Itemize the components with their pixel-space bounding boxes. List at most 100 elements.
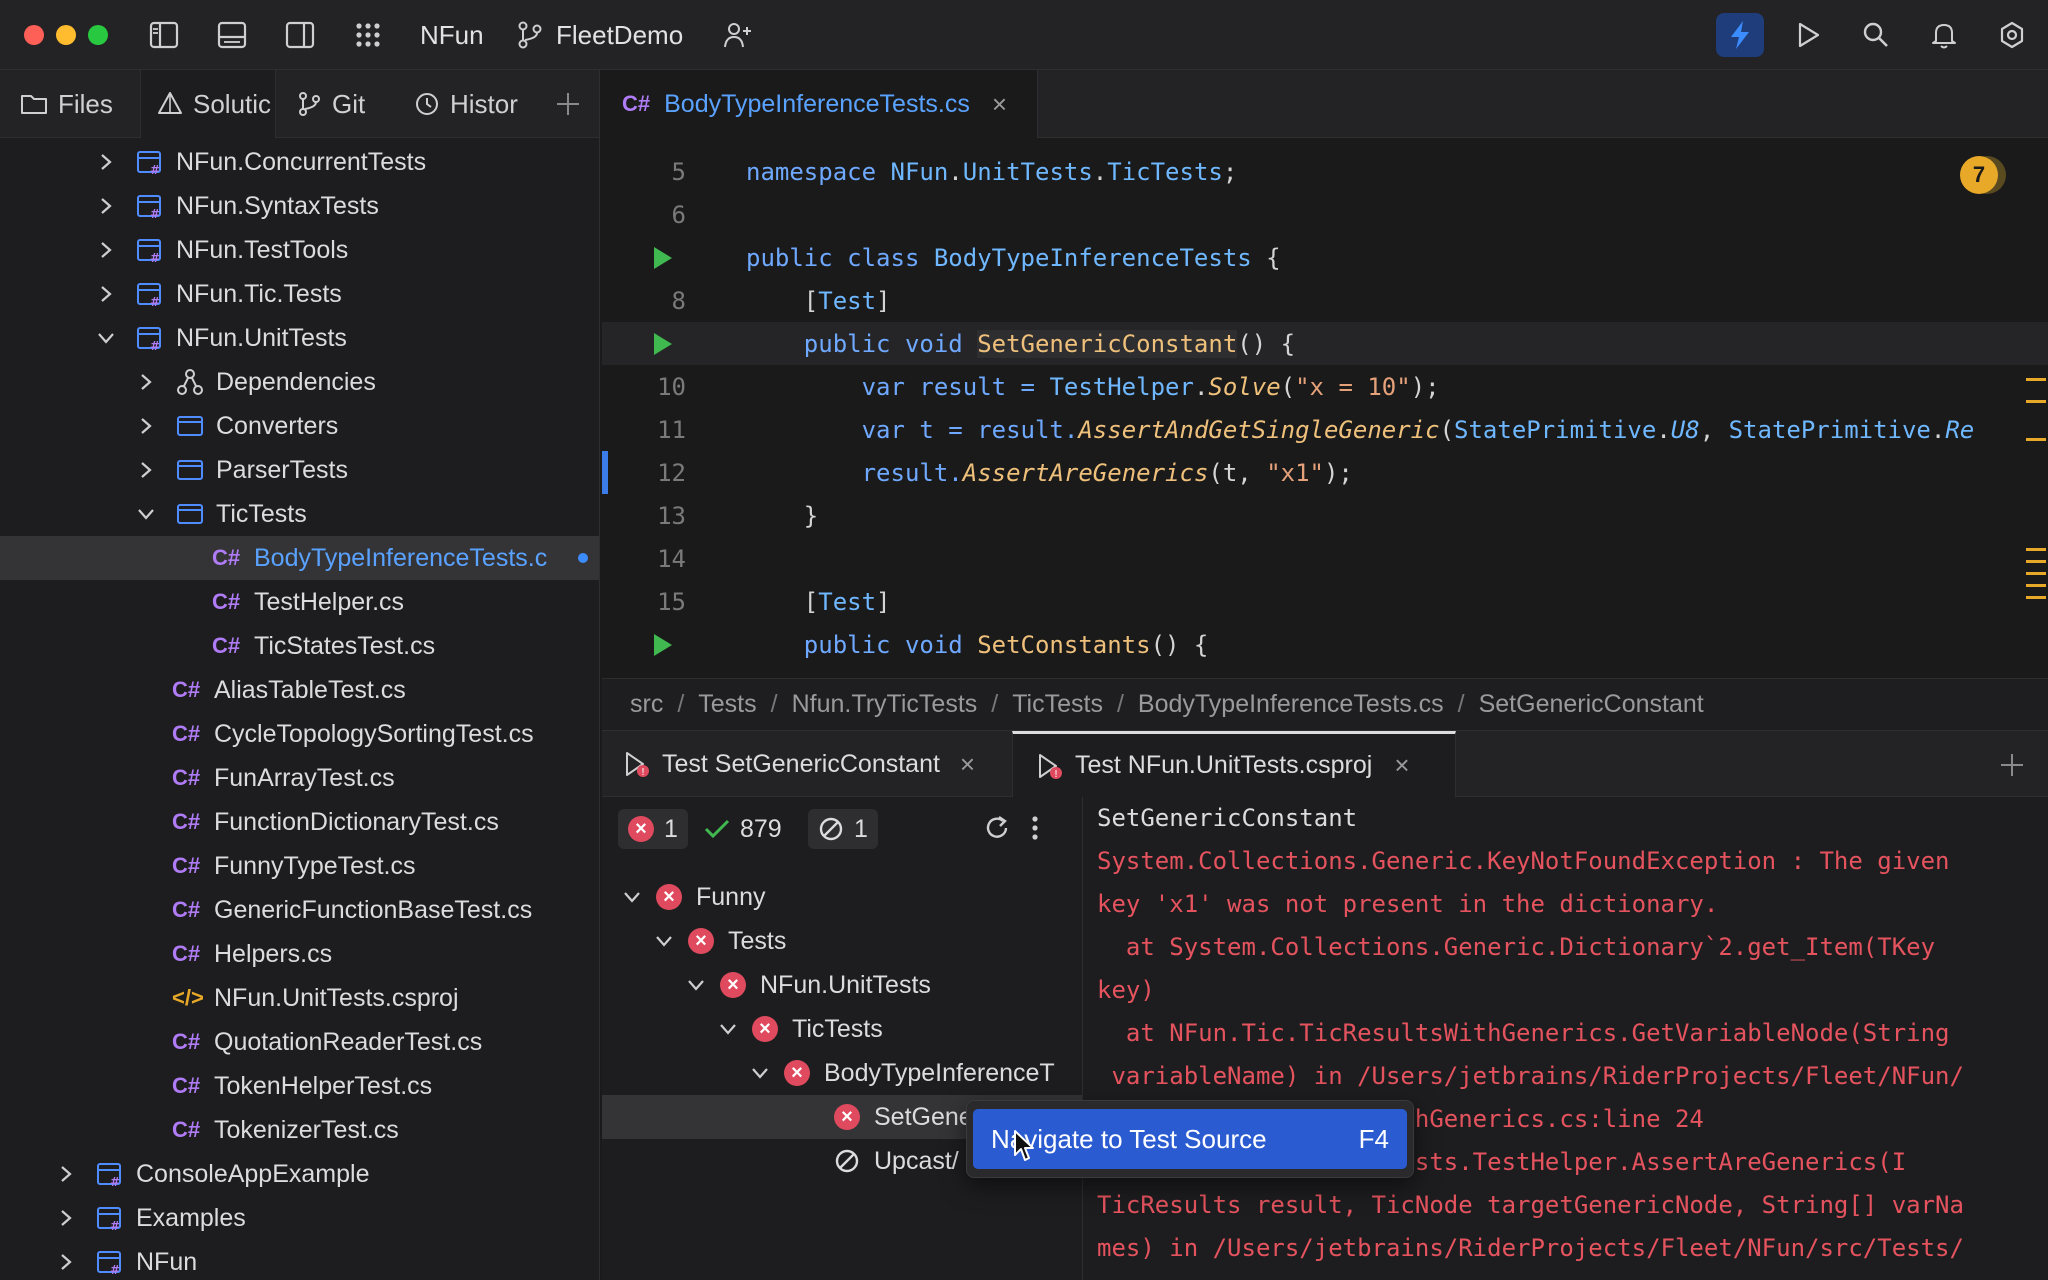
code-line[interactable]: 5 namespace NFun.UnitTests.TicTests; [602, 150, 2048, 193]
chevron-right-icon[interactable] [136, 460, 156, 480]
add-collaborator-icon[interactable] [720, 17, 756, 53]
tree-item[interactable]: Dependencies [0, 360, 599, 404]
code-line[interactable]: public void SetConstants() { [602, 623, 2048, 666]
add-tab-icon[interactable] [554, 90, 582, 118]
passed-filter[interactable]: 879 [698, 809, 798, 849]
code-line[interactable]: 11 var t = result.AssertAndGetSingleGene… [602, 408, 2048, 451]
tab-git[interactable]: Git [298, 70, 398, 138]
toggle-bottom-panel-icon[interactable] [214, 17, 250, 53]
failed-filter[interactable]: × 1 [618, 809, 688, 849]
tree-item[interactable]: C# QuotationReaderTest.cs [0, 1020, 599, 1064]
tree-item[interactable]: # NFun.Tic.Tests [0, 272, 599, 316]
tree-item[interactable]: C# BodyTypeInferenceTests.c [0, 536, 599, 580]
tree-item[interactable]: C# Helpers.cs [0, 932, 599, 976]
navigate-to-test-source-item[interactable]: Navigate to Test Source F4 [973, 1109, 1407, 1169]
breadcrumb-item[interactable]: Nfun.TryTicTests [792, 690, 978, 719]
chevron-right-icon[interactable] [96, 196, 116, 216]
editor-scrollbar[interactable] [2022, 138, 2048, 678]
ignored-filter[interactable]: 1 [808, 809, 878, 849]
tree-item[interactable]: C# TokenHelperTest.cs [0, 1064, 599, 1108]
code-line[interactable]: 10 var result = TestHelper.Solve("x = 10… [602, 365, 2048, 408]
test-tree-item[interactable]: × Funny [602, 875, 1082, 919]
tree-item[interactable]: # NFun.ConcurrentTests [0, 140, 599, 184]
code-line[interactable]: 14 [602, 537, 2048, 580]
more-options-icon[interactable] [1030, 813, 1050, 845]
tab-test-set-generic-constant[interactable]: ! Test SetGenericConstant × [602, 731, 1012, 797]
chevron-right-icon[interactable] [136, 372, 156, 392]
rerun-icon[interactable] [982, 813, 1014, 845]
tree-item[interactable]: </> NFun.UnitTests.csproj [0, 976, 599, 1020]
code-line[interactable]: 13 } [602, 494, 2048, 537]
code-line[interactable]: 12 result.AssertAreGenerics(t, "x1"); [602, 451, 2048, 494]
add-tab-icon[interactable] [1998, 751, 2026, 779]
test-tree-item[interactable]: × BodyTypeInferenceT [602, 1051, 1082, 1095]
chevron-right-icon[interactable] [136, 416, 156, 436]
breadcrumb-item[interactable]: SetGenericConstant [1479, 690, 1704, 719]
chevron-right-icon[interactable] [96, 240, 116, 260]
tree-item[interactable]: C# FunArrayTest.cs [0, 756, 599, 800]
run-test-gutter-icon[interactable] [654, 634, 672, 656]
chevron-down-icon[interactable] [654, 931, 674, 951]
tree-item[interactable]: # NFun.SyntaxTests [0, 184, 599, 228]
run-icon[interactable] [1790, 17, 1826, 53]
breadcrumb-item[interactable]: TicTests [1012, 690, 1103, 719]
tree-item[interactable]: Converters [0, 404, 599, 448]
toggle-right-panel-icon[interactable] [282, 17, 318, 53]
notifications-bell-icon[interactable] [1926, 17, 1962, 53]
code-line[interactable]: 8 [Test] [602, 279, 2048, 322]
chevron-down-icon[interactable] [136, 504, 156, 524]
tree-item[interactable]: # NFun.UnitTests [0, 316, 599, 360]
tree-item[interactable]: TicTests [0, 492, 599, 536]
zoom-window-button[interactable] [88, 25, 108, 45]
test-tree-item[interactable]: × TicTests [602, 1007, 1082, 1051]
breadcrumb-item[interactable]: Tests [698, 690, 756, 719]
tree-item[interactable]: C# TicStatesTest.cs [0, 624, 599, 668]
warnings-badge[interactable]: 7 [1960, 156, 1998, 194]
tab-test-nfun-unittests[interactable]: ! Test NFun.UnitTests.csproj × [1012, 731, 1456, 797]
tree-item[interactable]: C# CycleTopologySortingTest.cs [0, 712, 599, 756]
tree-item[interactable]: C# AliasTableTest.cs [0, 668, 599, 712]
close-tab-icon[interactable]: × [960, 749, 975, 780]
breadcrumb-item[interactable]: BodyTypeInferenceTests.cs [1138, 690, 1444, 719]
tab-body-type-inference-tests[interactable]: C# BodyTypeInferenceTests.cs × [602, 70, 1038, 138]
tab-history[interactable]: Histor [414, 70, 532, 138]
code-line[interactable]: 6 [602, 193, 2048, 236]
tree-item[interactable]: C# FunnyTypeTest.cs [0, 844, 599, 888]
search-icon[interactable] [1858, 17, 1894, 53]
tree-item[interactable]: ParserTests [0, 448, 599, 492]
chevron-down-icon[interactable] [686, 975, 706, 995]
chevron-down-icon[interactable] [96, 328, 116, 348]
code-line-current[interactable]: public void SetGenericConstant() { [602, 322, 2048, 365]
chevron-down-icon[interactable] [718, 1019, 738, 1039]
apps-grid-icon[interactable] [350, 17, 386, 53]
smart-mode-button[interactable] [1716, 13, 1764, 57]
code-line[interactable]: public class BodyTypeInferenceTests { [602, 236, 2048, 279]
tree-item[interactable]: # Examples [0, 1196, 599, 1240]
tree-item[interactable]: # NFun.TestTools [0, 228, 599, 272]
chevron-right-icon[interactable] [96, 284, 116, 304]
close-window-button[interactable] [24, 25, 44, 45]
chevron-right-icon[interactable] [56, 1252, 76, 1272]
chevron-right-icon[interactable] [56, 1164, 76, 1184]
chevron-right-icon[interactable] [96, 152, 116, 172]
close-tab-icon[interactable]: × [1394, 750, 1409, 781]
workspace-name[interactable]: FleetDemo [556, 20, 683, 51]
chevron-right-icon[interactable] [56, 1208, 76, 1228]
toggle-left-panel-icon[interactable] [146, 17, 182, 53]
settings-gear-icon[interactable] [1994, 17, 2030, 53]
tree-item[interactable]: C# GenericFunctionBaseTest.cs [0, 888, 599, 932]
tree-item[interactable]: C# TestHelper.cs [0, 580, 599, 624]
run-test-gutter-icon[interactable] [654, 247, 672, 269]
test-tree-item[interactable]: × NFun.UnitTests [602, 963, 1082, 1007]
tab-files[interactable]: Files [20, 70, 140, 138]
close-tab-icon[interactable]: × [992, 89, 1007, 120]
tree-item[interactable]: C# TokenizerTest.cs [0, 1108, 599, 1152]
test-output[interactable]: SetGenericConstant System.Collections.Ge… [1082, 797, 2048, 1280]
tree-item[interactable]: C# FunctionDictionaryTest.cs [0, 800, 599, 844]
tree-item[interactable]: # ConsoleAppExample [0, 1152, 599, 1196]
breadcrumb-item[interactable]: src [630, 690, 663, 719]
run-test-gutter-icon[interactable] [654, 333, 672, 355]
tab-solution[interactable]: Solutic [140, 70, 276, 138]
code-line[interactable]: 15 [Test] [602, 580, 2048, 623]
test-tree-item[interactable]: × Tests [602, 919, 1082, 963]
